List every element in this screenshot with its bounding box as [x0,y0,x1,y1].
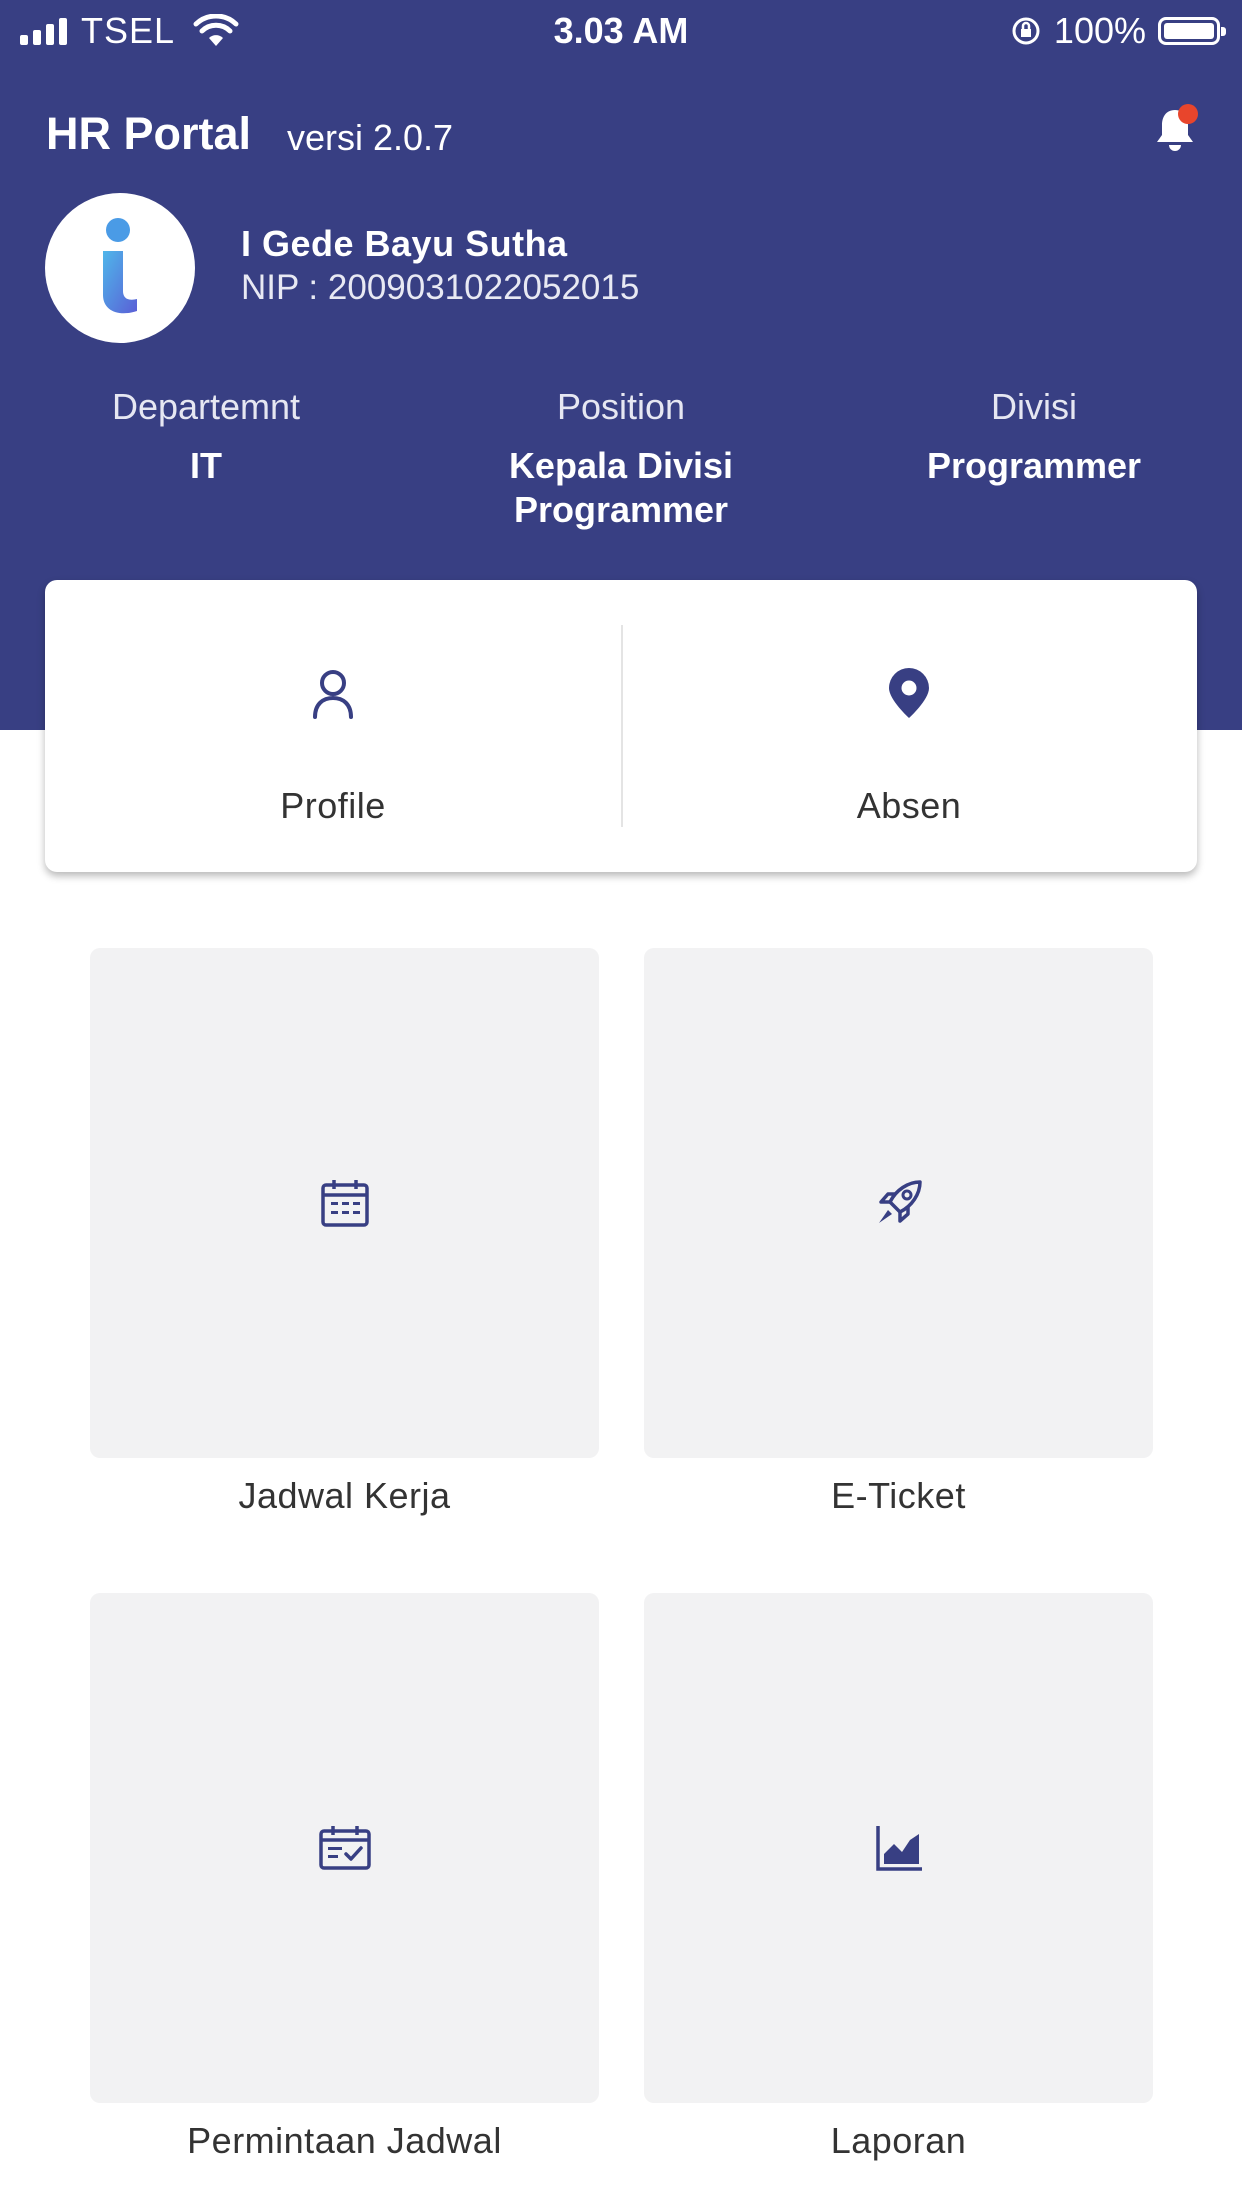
info-label: Position [556,386,686,427]
menu-laporan[interactable] [644,1593,1153,2103]
info-position: Position Kepala Divisi Programmer [431,386,811,532]
app-logo-icon [103,218,137,314]
menu-label: Permintaan Jadwal [187,2120,502,2161]
menu-jadwal-kerja[interactable] [90,948,599,1458]
menu-label: Laporan [830,2120,967,2161]
info-label: Divisi [991,386,1077,427]
info-division: Divisi Programmer [844,386,1224,488]
menu-permintaan-jadwal[interactable] [90,1593,599,2103]
location-pin-icon [889,668,929,718]
battery-icon [1158,17,1226,45]
info-value: Kepala Divisi Programmer [508,445,734,530]
user-nip: NIP : 2009031022052015 [241,268,640,307]
info-department: Departemnt IT [16,386,396,488]
menu-e-ticket[interactable] [644,948,1153,1458]
info-value: IT [190,445,222,486]
user-name: I Gede Bayu Sutha [241,223,568,264]
menu-label: E-Ticket [831,1475,966,1516]
status-bar: TSEL 3.03 AM 100% [0,0,1242,60]
person-icon [313,670,353,719]
info-value: Programmer [926,445,1142,486]
menu-label: Jadwal Kerja [238,1475,451,1516]
info-label: Departemnt [111,386,301,427]
absen-label: Absen [856,785,962,826]
rocket-icon [878,1180,922,1223]
calendar-check-icon [318,1826,371,1870]
absen-button[interactable]: Absen [621,580,1197,872]
calendar-icon [320,1180,369,1227]
orientation-lock-icon [1012,17,1040,45]
app-version: versi 2.0.7 [287,117,454,158]
profile-button[interactable]: Profile [45,580,621,872]
notification-badge [1178,104,1198,124]
avatar[interactable] [45,193,195,343]
quick-action-card: Profile Absen [45,580,1197,872]
profile-label: Profile [280,785,386,826]
area-chart-icon [875,1826,922,1871]
battery-percent: 100% [1053,10,1146,51]
app-title: HR Portal [46,108,252,159]
